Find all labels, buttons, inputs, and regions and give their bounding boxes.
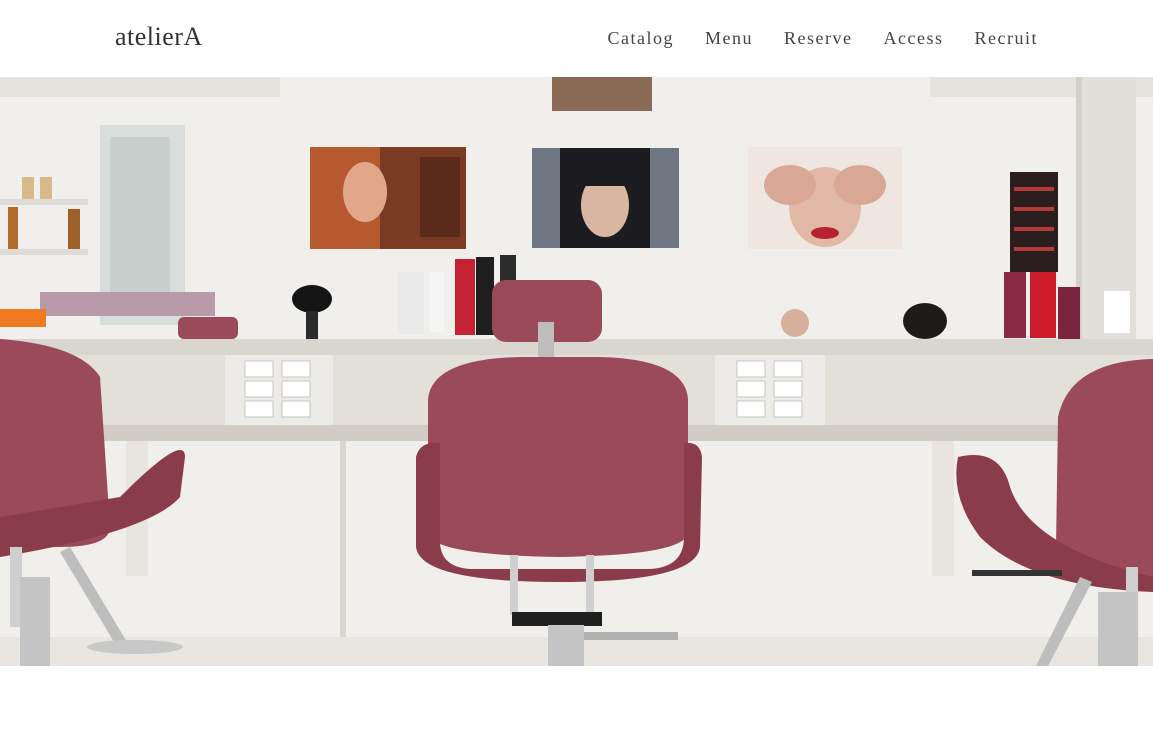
site-logo[interactable]: atelierA (115, 22, 203, 52)
nav-item-menu[interactable]: Menu (705, 28, 753, 49)
nav-item-recruit[interactable]: Recruit (975, 28, 1038, 49)
salon-interior-photo (0, 77, 1153, 666)
poster-hands (748, 147, 902, 249)
main-nav: Catalog Menu Reserve Access Recruit (577, 28, 1038, 49)
hero-image (0, 77, 1153, 666)
content-area (0, 666, 1153, 741)
poster-dark-hair (532, 148, 679, 248)
nav-item-access[interactable]: Access (884, 28, 944, 49)
nav-item-catalog[interactable]: Catalog (608, 28, 675, 49)
site-header: atelierA Catalog Menu Reserve Access Rec… (0, 0, 1153, 77)
poster-red-hair (310, 147, 466, 249)
nav-item-reserve[interactable]: Reserve (784, 28, 852, 49)
